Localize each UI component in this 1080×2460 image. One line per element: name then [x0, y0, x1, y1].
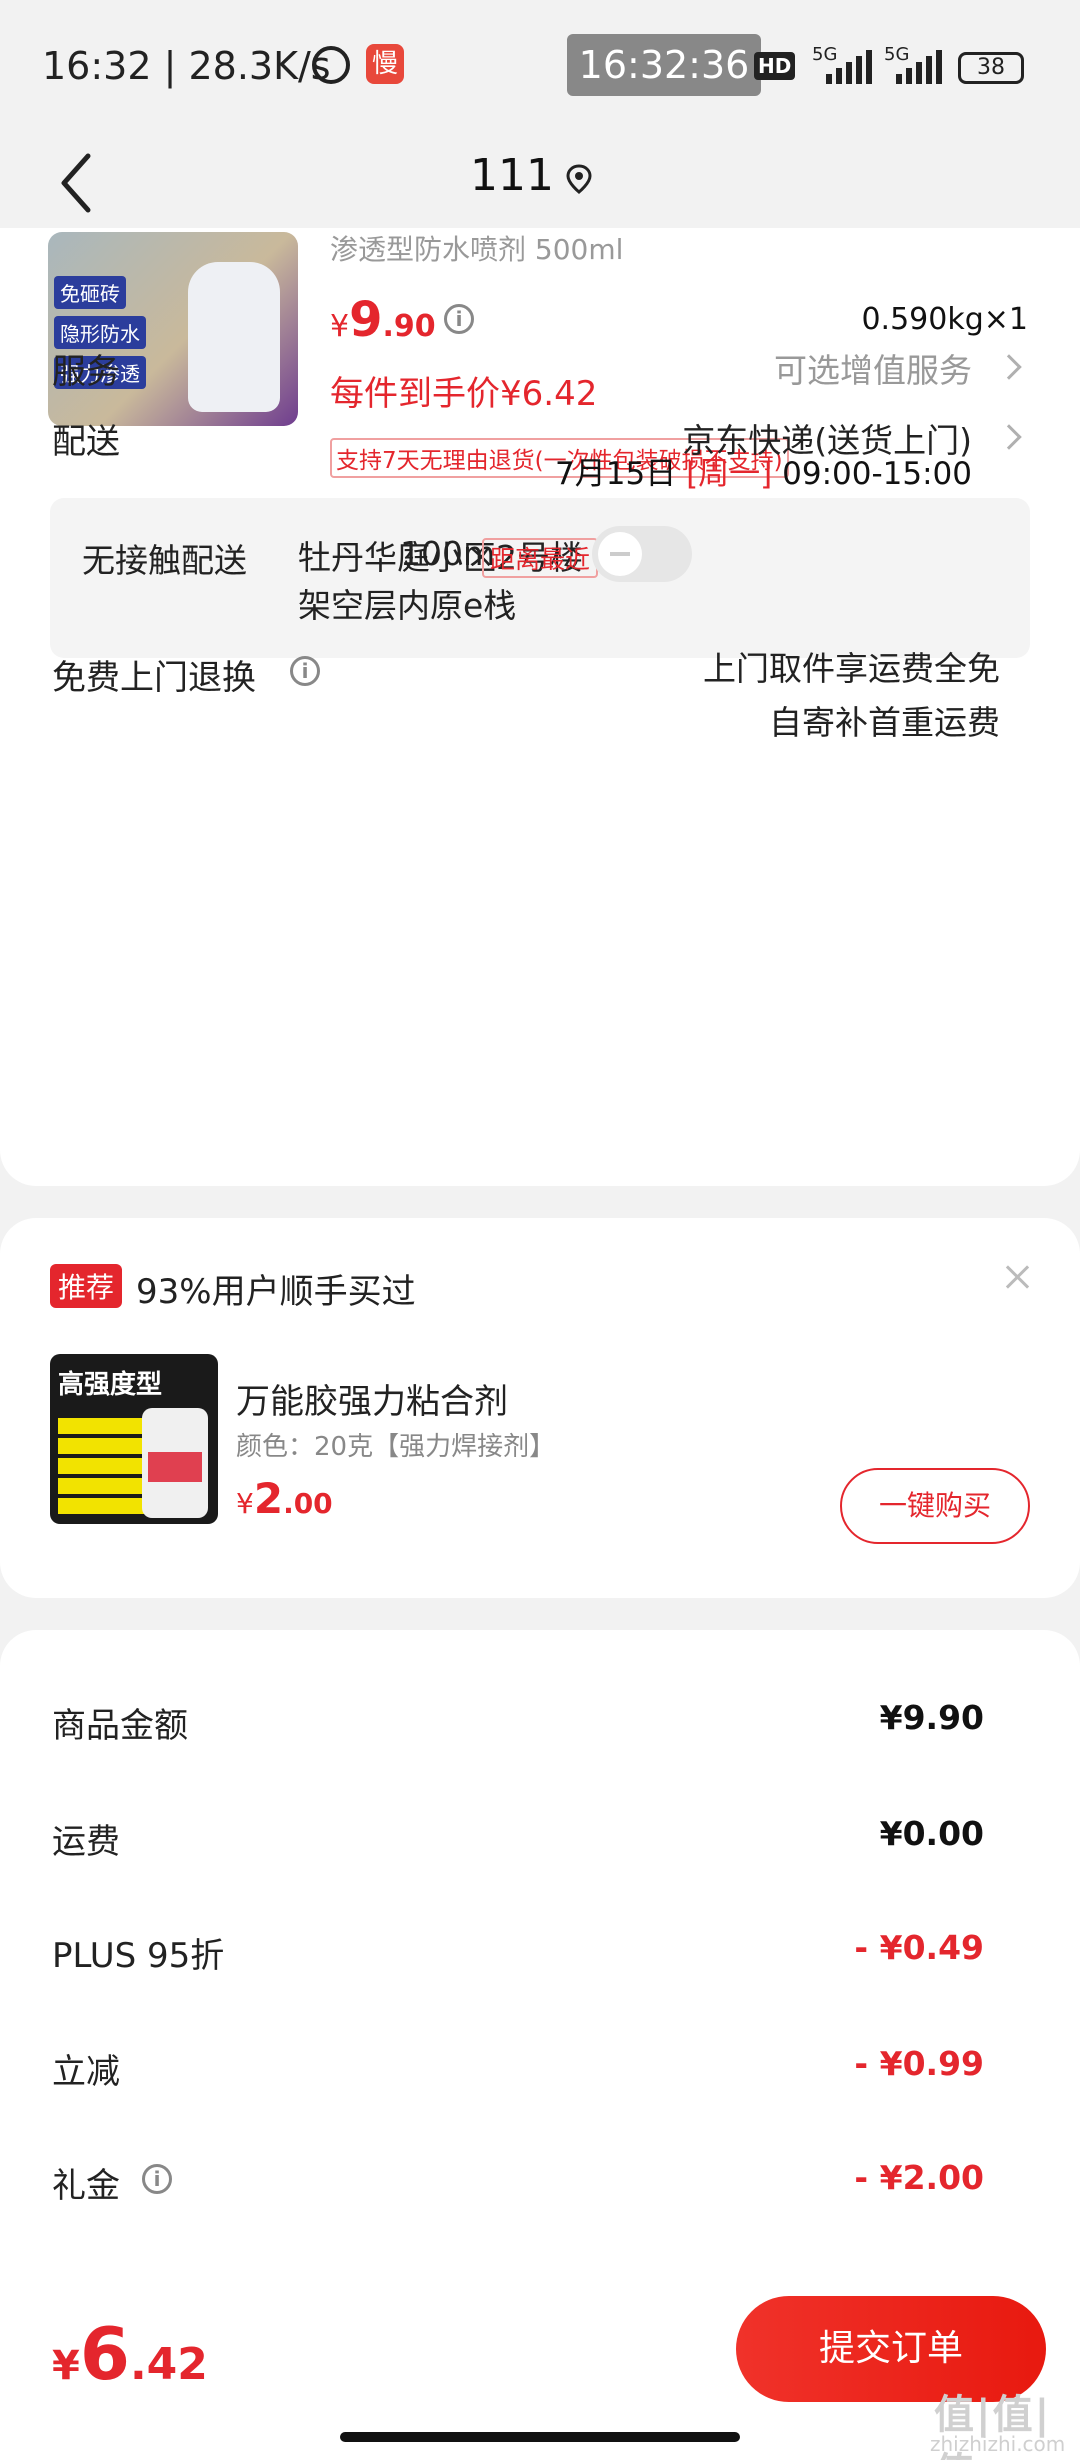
summary-row[interactable]: PLUS 95折 - ¥0.49 — [0, 1928, 1080, 1988]
close-icon[interactable] — [1002, 1262, 1032, 1292]
summary-label: 立减 — [52, 2052, 120, 2092]
summary-label: 运费 — [52, 1822, 120, 1862]
watermark-url: zhizhizhi.com — [930, 2432, 1066, 2456]
spray-bottle-image — [188, 262, 280, 412]
summary-row[interactable]: 立减 - ¥0.99 — [0, 2044, 1080, 2104]
no-contact-toggle[interactable] — [592, 526, 692, 582]
summary-value: - ¥0.49 — [854, 1928, 984, 1967]
signal-icon-2 — [890, 48, 950, 84]
recommend-product-name[interactable]: 万能胶强力粘合剂 — [236, 1374, 508, 1423]
app-notification-icon: 慢 — [366, 44, 404, 84]
status-bar: 16:32 | 28.3K/s 慢 16:32:36 HD 5G 5G 38 — [0, 0, 1080, 130]
service-label: 服务 — [52, 352, 120, 392]
summary-value: - ¥2.00 — [854, 2158, 984, 2197]
summary-label: 商品金额 — [52, 1706, 188, 1746]
delivery-label: 配送 — [52, 422, 120, 462]
order-detail-card: 免砸砖 隐形防水 强力渗透 渗透型防水喷剂 500ml ¥9.90 i 0.59… — [0, 228, 1080, 1186]
hd-icon: HD — [754, 52, 796, 80]
product-image-tag: 免砸砖 — [54, 276, 126, 309]
product-price: ¥9.90 — [330, 292, 436, 348]
pickup-distance: 100m — [400, 534, 496, 573]
price-info-icon[interactable]: i — [444, 304, 474, 334]
no-contact-label: 无接触配送 — [82, 541, 247, 580]
glue-image-title: 高强度型 — [58, 1370, 163, 1400]
summary-value: ¥9.90 — [879, 1698, 984, 1737]
nearest-badge: 距离最近 — [482, 538, 599, 578]
gift-info-icon[interactable]: i — [142, 2164, 172, 2194]
chevron-right-icon[interactable] — [996, 424, 1022, 450]
status-time: 16:32 | 28.3K/s — [42, 44, 331, 88]
summary-row: 运费 ¥0.00 — [0, 1814, 1080, 1874]
free-return-details: 上门取件享运费全免 自寄补首重运费 — [703, 649, 1000, 742]
summary-value: - ¥0.99 — [854, 2044, 984, 2083]
order-total: ¥6.42 — [52, 2312, 208, 2396]
summary-value: ¥0.00 — [879, 1814, 984, 1853]
one-click-buy-button[interactable]: 一键购买 — [840, 1468, 1030, 1544]
recommend-product-price: ¥2.00 — [236, 1474, 333, 1523]
recommend-product-spec: 颜色：20克【强力焊接剂】 — [236, 1432, 556, 1462]
product-name: 渗透型防水喷剂 500ml — [330, 233, 624, 266]
home-indicator[interactable] — [340, 2432, 740, 2442]
free-return-label: 免费上门退换 — [52, 658, 256, 698]
summary-row[interactable]: 礼金 i - ¥2.00 — [0, 2158, 1080, 2218]
status-clock: 16:32:36 — [567, 34, 761, 96]
battery-icon: 38 — [958, 52, 1024, 84]
alarm-icon — [312, 46, 350, 84]
delivery-date[interactable]: 7月15日 [周一] 09:00-15:00 — [555, 448, 972, 493]
recommend-text: 93%用户顺手买过 — [136, 1272, 416, 1312]
location-pin-icon[interactable] — [566, 164, 592, 194]
page-title[interactable]: 111 — [470, 150, 554, 201]
free-return-info-icon[interactable]: i — [290, 656, 320, 686]
glue-tube-image — [142, 1408, 208, 1518]
summary-row: 商品金额 ¥9.90 — [0, 1698, 1080, 1758]
summary-label: 礼金 — [52, 2166, 120, 2206]
back-arrow-icon[interactable] — [52, 148, 112, 218]
service-value[interactable]: 可选增值服务 — [774, 344, 972, 392]
chevron-right-icon[interactable] — [996, 354, 1022, 380]
product-weight: 0.590kg×1 — [861, 302, 1028, 337]
toggle-knob — [598, 532, 642, 576]
summary-label: PLUS 95折 — [52, 1936, 225, 1976]
no-contact-delivery-panel: 无接触配送 牡丹华庭小区2号楼 架空层内原e栈 100m 距离最近 — [50, 498, 1030, 658]
unit-final-price: 每件到手价¥6.42 — [330, 374, 598, 414]
bottom-bar: ¥6.42 提交订单 值|值|值 zhizhizhi.com — [0, 2272, 1080, 2460]
glue-product-image[interactable]: 高强度型 — [50, 1354, 218, 1524]
product-image[interactable]: 免砸砖 隐形防水 强力渗透 — [48, 232, 298, 426]
nav-bar: 111 — [0, 130, 1080, 240]
signal-icon — [820, 48, 880, 84]
recommend-badge: 推荐 — [50, 1264, 123, 1308]
recommendation-card: 推荐 93%用户顺手买过 高强度型 万能胶强力粘合剂 颜色：20克【强力焊接剂】… — [0, 1218, 1080, 1598]
